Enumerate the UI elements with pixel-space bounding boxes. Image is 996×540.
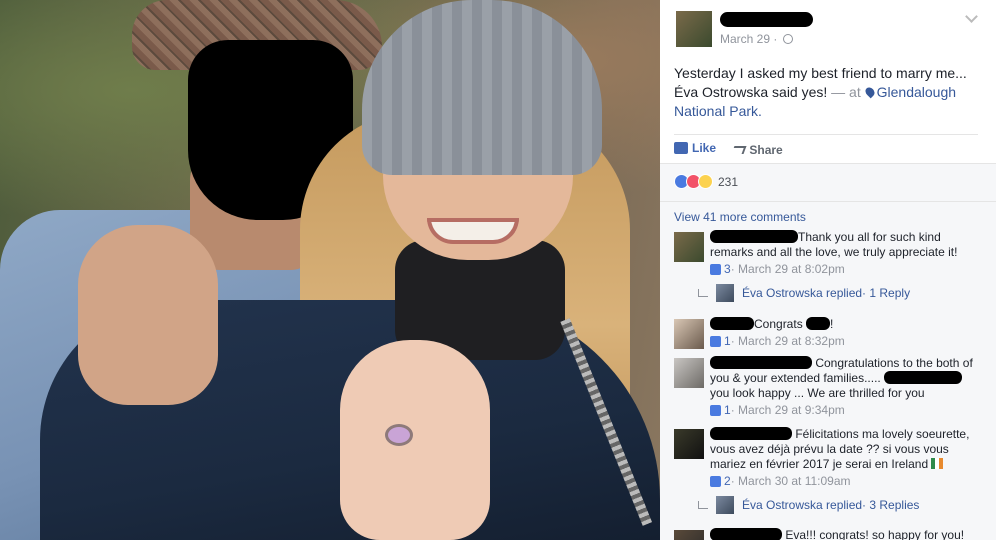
comment-text: Félicitations ma lovely soeurette, vous … [710,427,978,472]
replier-avatar [716,284,734,302]
thumbs-up-icon [710,336,721,347]
comment-time[interactable]: · March 29 at 9:34pm [731,403,845,418]
like-button[interactable]: Like [674,141,716,155]
commenter-name-redacted[interactable] [710,427,792,440]
like-count: 3 [724,262,731,276]
comment-time[interactable]: · March 30 at 11:09am [731,474,851,489]
comment-text: Congrats ! [710,317,978,332]
commenter-avatar[interactable] [674,530,704,540]
comment-time[interactable]: · March 29 at 8:02pm [731,262,845,277]
thumbs-up-icon [710,476,721,487]
post-actions: Like Share [674,141,797,159]
comment-body: Congrats ! 1 · March 29 at 8:32pm [710,317,978,349]
comment-like-count[interactable]: 3 [710,262,731,277]
comment-meta: 2 · March 30 at 11:09am [710,474,978,489]
reply-arrow-icon [698,501,708,509]
comment-body: Félicitations ma lovely soeurette, vous … [710,427,978,489]
thumbs-up-icon [710,405,721,416]
comment-meta: 3 · March 29 at 8:02pm [710,262,978,277]
post-sidebar: March 29 · Yesterday I asked my best fri… [660,0,996,540]
mention-redacted[interactable] [806,317,831,330]
author-name-redacted[interactable] [720,12,813,27]
comment-message-end: ! [830,317,834,331]
thumbs-up-icon [674,142,688,154]
reply-summary[interactable]: Éva Ostrowska replied · 3 Replies [698,496,919,514]
reactions-summary[interactable]: 231 [674,174,738,189]
replier-avatar [716,496,734,514]
reply-count[interactable]: · 1 Reply [862,286,910,300]
reactions-count: 231 [718,174,739,189]
divider [674,134,978,135]
commenter-name-redacted[interactable] [710,317,754,330]
like-count: 1 [724,403,731,417]
comment-message-end: you look happy ... We are thrilled for y… [710,386,925,400]
share-label: Share [749,143,783,157]
man-hand [78,225,218,405]
engagement-ring [385,424,413,446]
wow-reaction-icon [698,174,713,189]
commenter-name-redacted[interactable] [710,356,812,369]
author-avatar[interactable] [676,11,712,47]
divider [660,201,996,202]
reply-arrow-icon [698,289,708,297]
comment-like-count[interactable]: 2 [710,474,731,489]
comment-text: Congratulations to the both of you & you… [710,356,978,401]
post-date-text[interactable]: March 29 · [720,32,777,46]
comment-body: Congratulations to the both of you & you… [710,356,978,418]
globe-icon [782,34,793,44]
comment-body: Thank you all for such kind remarks and … [710,230,978,277]
like-count: 1 [724,334,731,348]
comment-text: Thank you all for such kind remarks and … [710,230,978,260]
mention-redacted[interactable] [884,371,963,384]
flag-icon [931,458,944,469]
commenter-avatar[interactable] [674,429,704,459]
comment-time[interactable]: · March 29 at 8:32pm [731,334,845,349]
chevron-down-icon[interactable] [965,10,978,23]
like-count: 2 [724,474,731,488]
view-more-comments-link[interactable]: View 41 more comments [674,210,806,224]
post-text: Yesterday I asked my best friend to marr… [674,64,984,121]
reply-count[interactable]: · 3 Replies [862,498,919,512]
post-header: March 29 · [660,0,996,60]
share-button[interactable]: Share [731,143,783,157]
post-photo[interactable] [0,0,660,540]
comments-section: 231 View 41 more comments Thank you all … [660,163,996,540]
thumbs-up-icon [710,264,721,275]
commenter-name-redacted[interactable] [710,528,782,540]
comment-meta: 1 · March 29 at 8:32pm [710,334,978,349]
comment-text: Eva!!! congrats! so happy for you!(".) [710,528,978,540]
share-arrow-icon [731,146,747,154]
post-date[interactable]: March 29 · [720,32,793,46]
smile [427,218,519,244]
location-pin-icon [863,85,877,99]
commenter-name-redacted[interactable] [710,230,798,243]
comment-like-count[interactable]: 1 [710,403,731,418]
commenter-avatar[interactable] [674,358,704,388]
replier-name[interactable]: Éva Ostrowska replied [742,498,862,512]
comment-message: Congrats [754,317,803,331]
comment-like-count[interactable]: 1 [710,334,731,349]
woman-hand [340,340,490,540]
replier-name[interactable]: Éva Ostrowska replied [742,286,862,300]
comment-body: Eva!!! congrats! so happy for you!(".) [710,528,978,540]
like-label: Like [692,141,717,155]
post-at-separator: — at [827,84,865,100]
commenter-avatar[interactable] [674,232,704,262]
comment-meta: 1 · March 29 at 9:34pm [710,403,978,418]
reply-summary[interactable]: Éva Ostrowska replied · 1 Reply [698,284,910,302]
commenter-avatar[interactable] [674,319,704,349]
